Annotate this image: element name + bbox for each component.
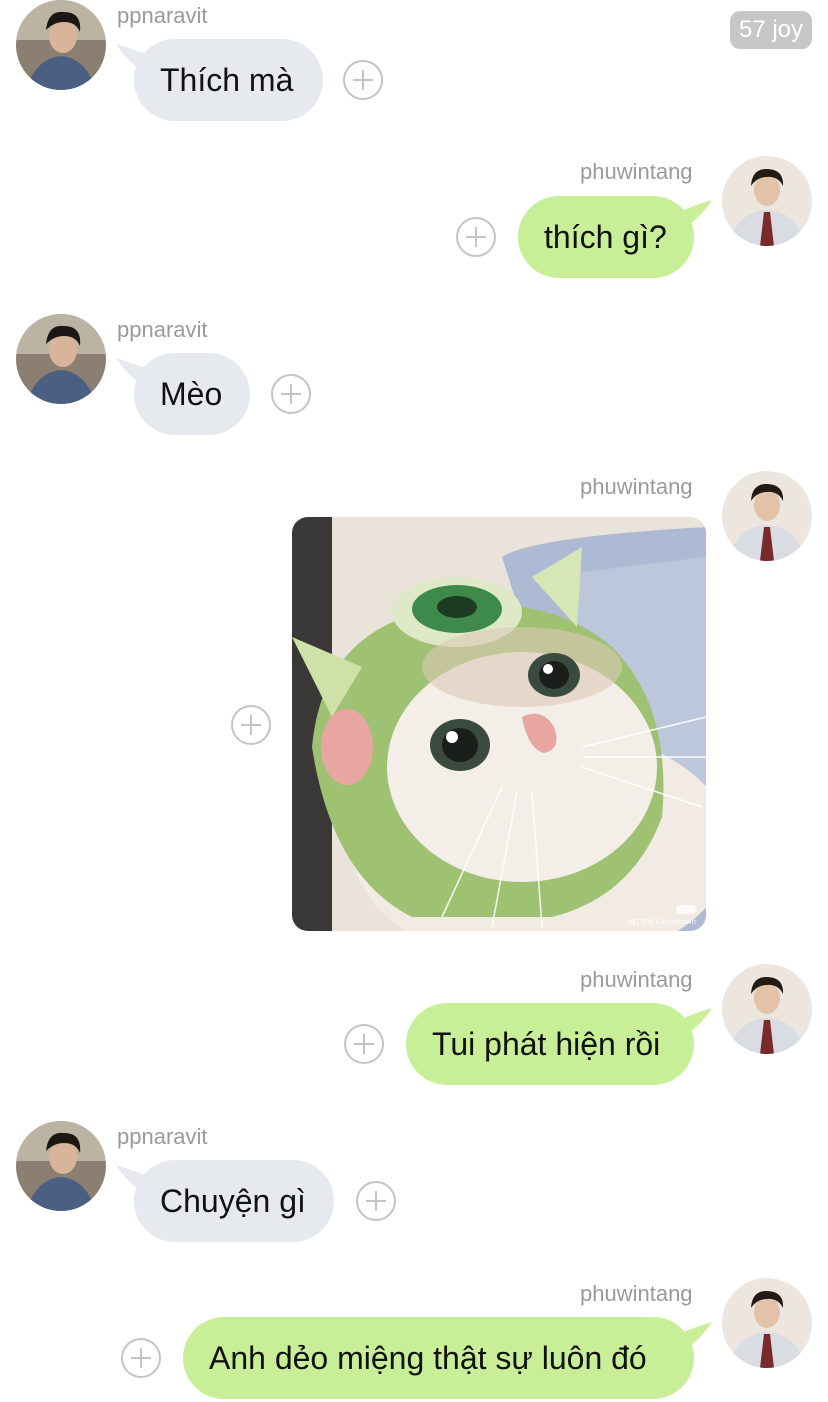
- user-avatar-shirt-tie-icon: [722, 964, 812, 1054]
- sender-name: phuwintang: [580, 967, 693, 992]
- message-bubble[interactable]: Mèo: [134, 353, 250, 435]
- message-bubble[interactable]: Tui phát hiện rồi: [406, 1003, 694, 1085]
- sender-name: ppnaravit: [117, 317, 208, 342]
- avatar-phuwintang[interactable]: [722, 156, 812, 246]
- user-avatar-curly-hair-icon: [16, 0, 106, 90]
- add-reaction-icon[interactable]: [356, 1181, 396, 1221]
- sender-name: phuwintang: [580, 1281, 693, 1306]
- sender-name: phuwintang: [580, 159, 693, 184]
- message-bubble[interactable]: Thích mà: [134, 39, 323, 121]
- add-reaction-icon[interactable]: [456, 217, 496, 257]
- avatar-ppnaravit[interactable]: [16, 314, 106, 404]
- joy-counter-badge[interactable]: 57 joy: [730, 11, 812, 49]
- photo-watermark: 小红书号 Catcattown: [626, 917, 696, 926]
- user-avatar-curly-hair-icon: [16, 1121, 106, 1211]
- user-avatar-shirt-tie-icon: [722, 156, 812, 246]
- add-reaction-icon[interactable]: [343, 60, 383, 100]
- avatar-ppnaravit[interactable]: [16, 1121, 106, 1211]
- shared-photo[interactable]: 小红书号 Catcattown: [292, 517, 706, 931]
- message-bubble[interactable]: Chuyện gì: [134, 1160, 334, 1242]
- avatar-ppnaravit[interactable]: [16, 0, 106, 90]
- sender-name: ppnaravit: [117, 3, 208, 28]
- add-reaction-icon[interactable]: [231, 705, 271, 745]
- message-bubble[interactable]: thích gì?: [518, 196, 694, 278]
- sender-name: phuwintang: [580, 474, 693, 499]
- add-reaction-icon[interactable]: [271, 374, 311, 414]
- cat-in-green-monster-hat-photo-icon: 小红书号 Catcattown: [292, 517, 706, 931]
- user-avatar-curly-hair-icon: [16, 314, 106, 404]
- message-bubble[interactable]: Anh dẻo miệng thật sự luôn đó: [183, 1317, 694, 1399]
- user-avatar-shirt-tie-icon: [722, 471, 812, 561]
- user-avatar-shirt-tie-icon: [722, 1278, 812, 1368]
- add-reaction-icon[interactable]: [121, 1338, 161, 1378]
- sender-name: ppnaravit: [117, 1124, 208, 1149]
- avatar-phuwintang[interactable]: [722, 1278, 812, 1368]
- avatar-phuwintang[interactable]: [722, 964, 812, 1054]
- avatar-phuwintang[interactable]: [722, 471, 812, 561]
- add-reaction-icon[interactable]: [344, 1024, 384, 1064]
